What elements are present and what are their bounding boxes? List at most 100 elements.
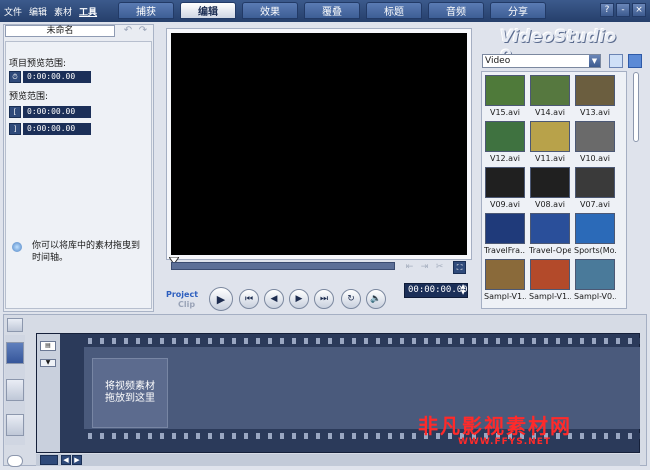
project-range-label: 项目预览范围: <box>9 59 67 69</box>
library-thumbnail[interactable] <box>575 259 615 290</box>
library-thumbnail[interactable] <box>575 213 615 244</box>
help-button[interactable]: ? <box>600 3 614 17</box>
library-item-label: Sports(Mo... <box>574 246 616 255</box>
library-thumbnail[interactable] <box>530 259 570 290</box>
zoom-icon[interactable] <box>40 455 58 465</box>
menu-item-3[interactable]: 工具 <box>79 5 97 18</box>
window-controls: ? - × <box>598 3 646 17</box>
chevron-down-icon[interactable]: ▼ <box>589 55 600 67</box>
library-thumbnail[interactable] <box>530 121 570 152</box>
library-thumbnail[interactable] <box>575 167 615 198</box>
timecode-spinner-icon[interactable]: ▲ ▼ <box>459 284 467 297</box>
close-button[interactable]: × <box>632 3 646 17</box>
import-icon[interactable] <box>609 54 623 68</box>
library-thumbnail[interactable] <box>575 121 615 152</box>
project-range-timecode[interactable]: 0:00:00.00 <box>23 71 91 83</box>
mark-in-icon[interactable]: [ <box>9 106 21 118</box>
mark-out-trim-icon[interactable]: ⇥ <box>419 262 430 273</box>
library-item-label: V12.avi <box>489 154 521 163</box>
hint-text: 你可以将库中的素材拖曳到时间轴。 <box>32 241 141 263</box>
watermark-url: WWW.FFYS.NET <box>458 437 551 447</box>
library-thumbnail[interactable] <box>485 75 525 106</box>
menu-item-1[interactable]: 编辑 <box>29 5 47 18</box>
library-thumbnail[interactable] <box>530 213 570 244</box>
library-thumbnail[interactable] <box>530 167 570 198</box>
timeline-scrollbar[interactable] <box>36 454 640 466</box>
library-thumbnail[interactable] <box>485 121 525 152</box>
mark-out-icon[interactable]: ] <box>9 123 21 135</box>
tab-1[interactable]: 编辑 <box>180 2 236 19</box>
project-name-field[interactable]: 未命名 <box>5 25 115 37</box>
tab-5[interactable]: 音频 <box>428 2 484 19</box>
undo-icon[interactable]: ↶ <box>122 25 134 37</box>
skip-end-icon: ⏭ <box>319 294 329 304</box>
storyboard-view-icon[interactable] <box>6 342 24 364</box>
previous-frame-button[interactable]: ◀ <box>264 289 284 309</box>
preview-screen <box>171 33 467 255</box>
menu-item-0[interactable]: 文件 <box>4 5 22 18</box>
preview-end-timecode[interactable]: 0:00:00.00 <box>23 123 91 135</box>
timeline-toggle-icon[interactable] <box>7 318 23 332</box>
library-item-label: V10.avi <box>579 154 611 163</box>
step-back-icon: ◀ <box>270 294 278 304</box>
minimize-button[interactable]: - <box>616 3 630 17</box>
library-thumbnail[interactable] <box>485 167 525 198</box>
library-item-label: Travel-Ope... <box>529 246 571 255</box>
end-button[interactable]: ⏭ <box>314 289 334 309</box>
scrub-bar[interactable] <box>171 262 395 270</box>
scroll-left-icon[interactable]: ◀ <box>61 455 71 465</box>
home-button[interactable]: ⏮ <box>239 289 259 309</box>
film-holes-top <box>84 335 640 347</box>
scroll-right-icon[interactable]: ▶ <box>72 455 82 465</box>
project-mode-label[interactable]: Project <box>166 290 198 300</box>
track-controls <box>37 334 60 452</box>
redo-icon[interactable]: ↷ <box>137 25 149 37</box>
track-manager-icon[interactable]: ▤ <box>40 341 56 351</box>
library-thumbnail[interactable] <box>485 213 525 244</box>
menu-bar: 文件 编辑 素材 工具 <box>0 0 104 22</box>
library-item-label: V11.avi <box>534 154 566 163</box>
track-menu-chevron-icon[interactable]: ▼ <box>40 359 56 367</box>
step-forward-icon: ▶ <box>295 294 303 304</box>
skip-start-icon: ⏮ <box>244 294 254 304</box>
track-header <box>60 334 84 452</box>
fullscreen-icon[interactable]: ⛶ <box>453 261 466 274</box>
library-thumbnail[interactable] <box>485 259 525 290</box>
split-clip-icon[interactable]: ✂ <box>434 262 445 273</box>
library-thumbnail[interactable] <box>530 75 570 106</box>
watermark: 非凡影视素材网 <box>418 414 572 438</box>
tab-6[interactable]: 分享 <box>490 2 546 19</box>
folder-icon[interactable] <box>628 54 642 68</box>
library-category-select[interactable]: Video <box>482 54 601 68</box>
library-scroll-thumb[interactable] <box>633 72 639 142</box>
preview-start-timecode[interactable]: 0:00:00.00 <box>23 106 91 118</box>
drop-hint-text: 将视频素材 拖放到这里 <box>105 381 155 404</box>
tab-0[interactable]: 捕获 <box>118 2 174 19</box>
timeline-view-icon[interactable] <box>6 379 24 401</box>
brand-logo: VideoStudio 9 <box>500 27 617 67</box>
hint-message: 你可以将库中的素材拖曳到时间轴。 <box>12 240 142 264</box>
play-button[interactable]: ▶ <box>209 287 233 311</box>
tab-3[interactable]: 覆叠 <box>304 2 360 19</box>
clip-mode-label[interactable]: Clip <box>166 300 198 310</box>
preview-end-row: ] 0:00:00.00 <box>9 123 91 135</box>
tab-2[interactable]: 效果 <box>242 2 298 19</box>
project-clip-toggle[interactable]: Project Clip <box>166 290 198 310</box>
library-item-label: Sampl-V1... <box>484 292 526 301</box>
info-bulb-icon <box>12 242 22 252</box>
preview-range-label: 预览范围: <box>9 92 49 102</box>
repeat-button[interactable]: ↻ <box>341 289 361 309</box>
project-range-row: ⏱ 0:00:00.00 <box>9 71 91 83</box>
clock-icon[interactable]: ⏱ <box>9 71 21 83</box>
tray-icon[interactable] <box>7 455 23 467</box>
library-item-label: TravelFra... <box>484 246 526 255</box>
library-thumbnail[interactable] <box>575 75 615 106</box>
clip-drop-slot[interactable]: 将视频素材 拖放到这里 <box>92 358 168 428</box>
menu-item-2[interactable]: 素材 <box>54 5 72 18</box>
volume-button[interactable]: 🔈 <box>366 289 386 309</box>
mark-in-trim-icon[interactable]: ⇤ <box>404 262 415 273</box>
library-item-label: V13.avi <box>579 108 611 117</box>
next-frame-button[interactable]: ▶ <box>289 289 309 309</box>
audio-view-icon[interactable] <box>6 414 24 436</box>
tab-4[interactable]: 标题 <box>366 2 422 19</box>
